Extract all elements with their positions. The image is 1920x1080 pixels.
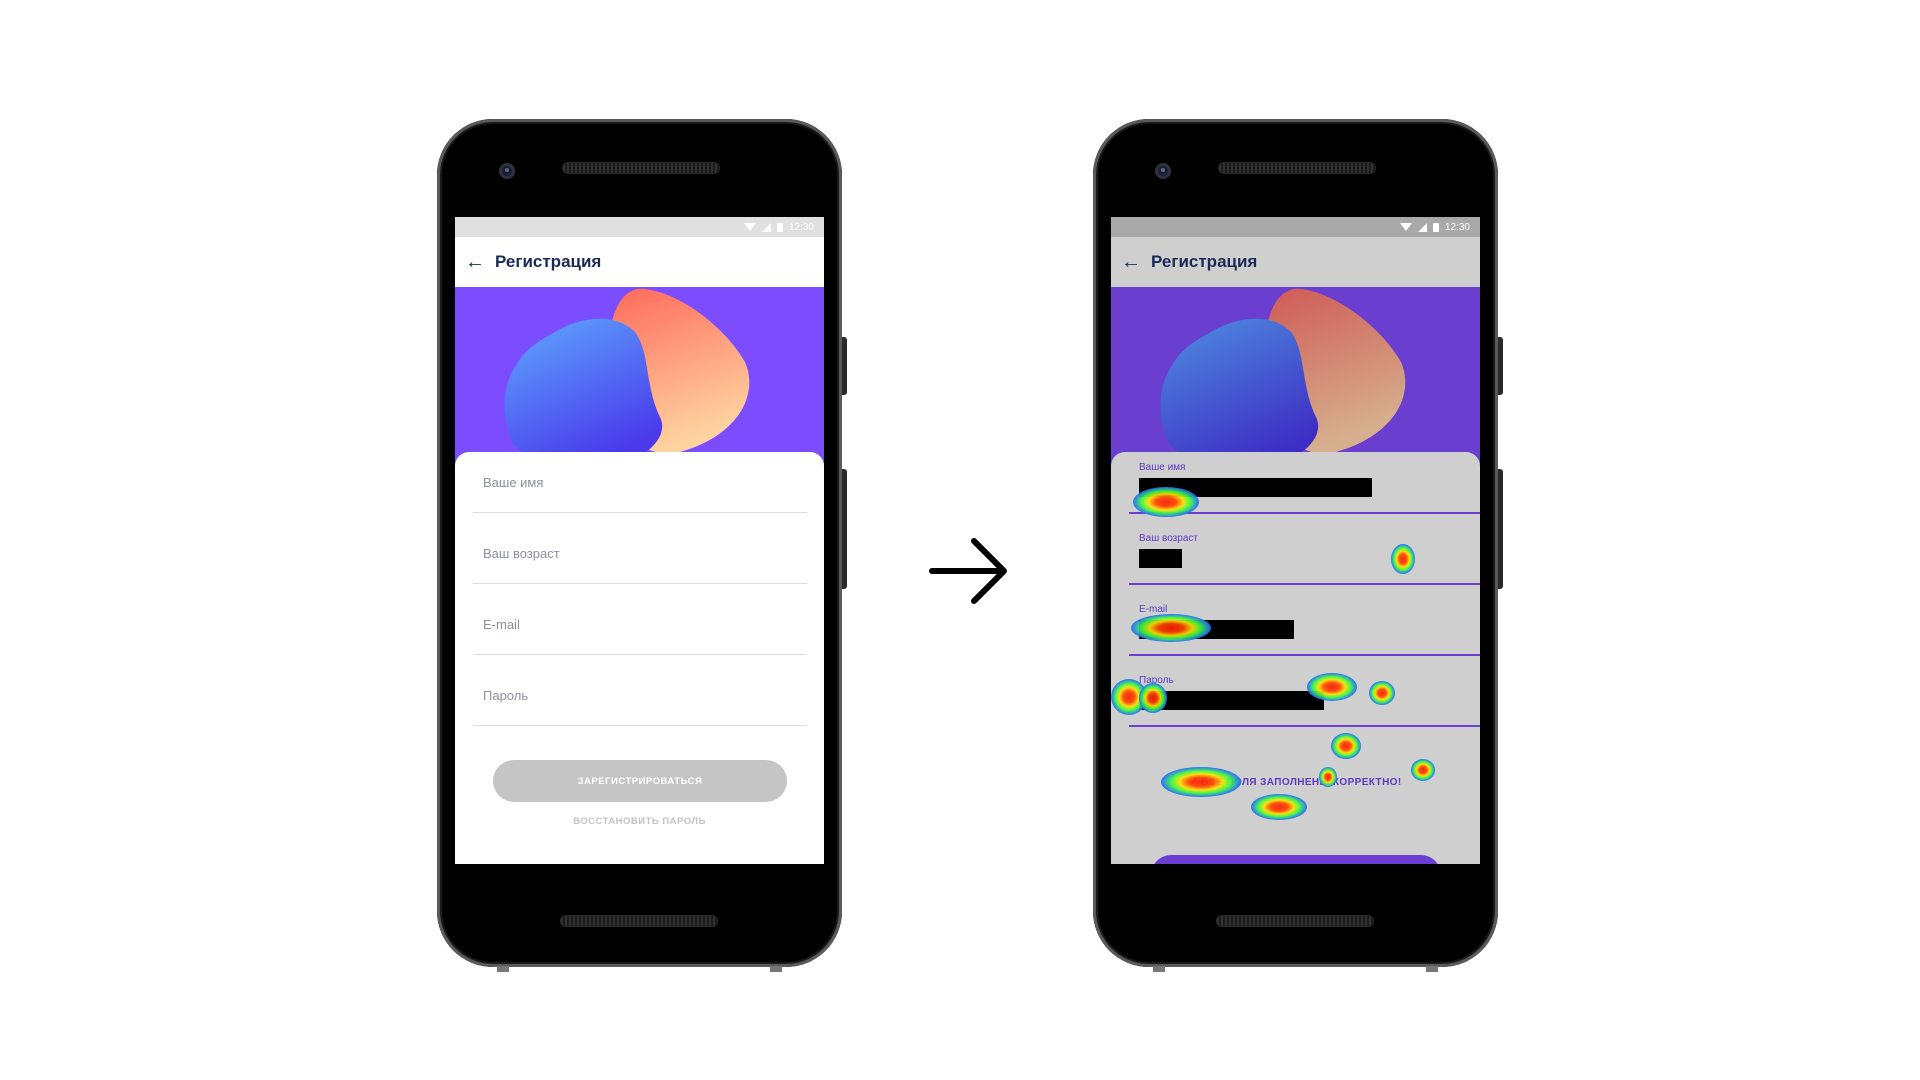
phone-before: 12:30 ← Регистрация Ваше имя Ваш возраст… bbox=[437, 119, 847, 972]
age-placeholder: Ваш возраст bbox=[483, 546, 560, 561]
email-field[interactable]: E-mail bbox=[473, 604, 807, 655]
arrow-right-icon bbox=[929, 538, 1007, 604]
redacted-value bbox=[1139, 620, 1294, 639]
password-label: Пароль bbox=[1139, 675, 1174, 686]
phone-foot bbox=[497, 966, 509, 972]
phone-foot bbox=[1153, 966, 1165, 972]
arrow-left-icon[interactable]: ← bbox=[1121, 252, 1141, 272]
earpiece-speaker bbox=[563, 163, 719, 173]
arrow-left-icon[interactable]: ← bbox=[465, 252, 485, 272]
phone-after-heatmap: 12:30 ← Регистрация Ваше имя Ваш возраст… bbox=[1093, 119, 1503, 972]
age-label: Ваш возраст bbox=[1139, 533, 1198, 544]
redacted-value bbox=[1139, 691, 1324, 710]
volume-button bbox=[842, 337, 847, 395]
power-button bbox=[1498, 469, 1503, 589]
register-button[interactable]: ЗАРЕГИСТРИРОВАТЬСЯ bbox=[493, 760, 787, 802]
battery-icon bbox=[776, 222, 783, 232]
redacted-value bbox=[1139, 549, 1182, 568]
signal-icon bbox=[761, 222, 771, 232]
bottom-speaker bbox=[561, 916, 717, 926]
success-message: ✔ ВСЕ ПОЛЯ ЗАПОЛНЕНЫ КОРРЕКТНО! bbox=[1189, 777, 1402, 788]
name-label: Ваше имя bbox=[1139, 462, 1186, 473]
password-field[interactable]: Пароль bbox=[473, 675, 807, 726]
wifi-icon bbox=[743, 223, 756, 231]
registration-form: Ваше имя Ваш возраст E-mail Пароль ✔ ВСЕ… bbox=[1111, 452, 1480, 864]
signal-icon bbox=[1417, 222, 1427, 232]
status-time: 12:30 bbox=[788, 221, 814, 233]
camera-icon bbox=[499, 163, 515, 179]
app-bar: ← Регистрация bbox=[455, 237, 824, 287]
email-label: E-mail bbox=[1139, 604, 1168, 615]
email-field[interactable]: E-mail bbox=[1129, 604, 1480, 656]
status-time: 12:30 bbox=[1444, 221, 1470, 233]
registration-form: Ваше имя Ваш возраст E-mail Пароль ЗАРЕГ… bbox=[455, 452, 824, 864]
app-bar: ← Регистрация bbox=[1111, 237, 1480, 287]
phone-foot bbox=[1426, 966, 1438, 972]
register-button[interactable] bbox=[1151, 855, 1441, 864]
camera-icon bbox=[1155, 163, 1171, 179]
phone-foot bbox=[770, 966, 782, 972]
bottom-speaker bbox=[1217, 916, 1373, 926]
name-field[interactable]: Ваше имя bbox=[473, 462, 807, 513]
screen: 12:30 ← Регистрация Ваше имя Ваш возраст… bbox=[1111, 217, 1480, 864]
battery-icon bbox=[1432, 222, 1439, 232]
age-field[interactable]: Ваш возраст bbox=[473, 533, 807, 584]
name-field[interactable]: Ваше имя bbox=[1129, 462, 1480, 514]
wifi-icon bbox=[1399, 223, 1412, 231]
password-field[interactable]: Пароль bbox=[1129, 675, 1480, 727]
page-title: Регистрация bbox=[1151, 252, 1258, 271]
password-placeholder: Пароль bbox=[483, 688, 529, 703]
redacted-value bbox=[1139, 478, 1372, 497]
name-placeholder: Ваше имя bbox=[483, 475, 544, 490]
page-title: Регистрация bbox=[495, 252, 602, 271]
earpiece-speaker bbox=[1219, 163, 1375, 173]
email-placeholder: E-mail bbox=[483, 617, 520, 632]
status-bar: 12:30 bbox=[1111, 217, 1480, 237]
volume-button bbox=[1498, 337, 1503, 395]
restore-password-link[interactable]: ВОССТАНОВИТЬ ПАРОЛЬ bbox=[455, 816, 824, 827]
age-field[interactable]: Ваш возраст bbox=[1129, 533, 1480, 585]
screen: 12:30 ← Регистрация Ваше имя Ваш возраст… bbox=[455, 217, 824, 864]
power-button bbox=[842, 469, 847, 589]
status-bar: 12:30 bbox=[455, 217, 824, 237]
